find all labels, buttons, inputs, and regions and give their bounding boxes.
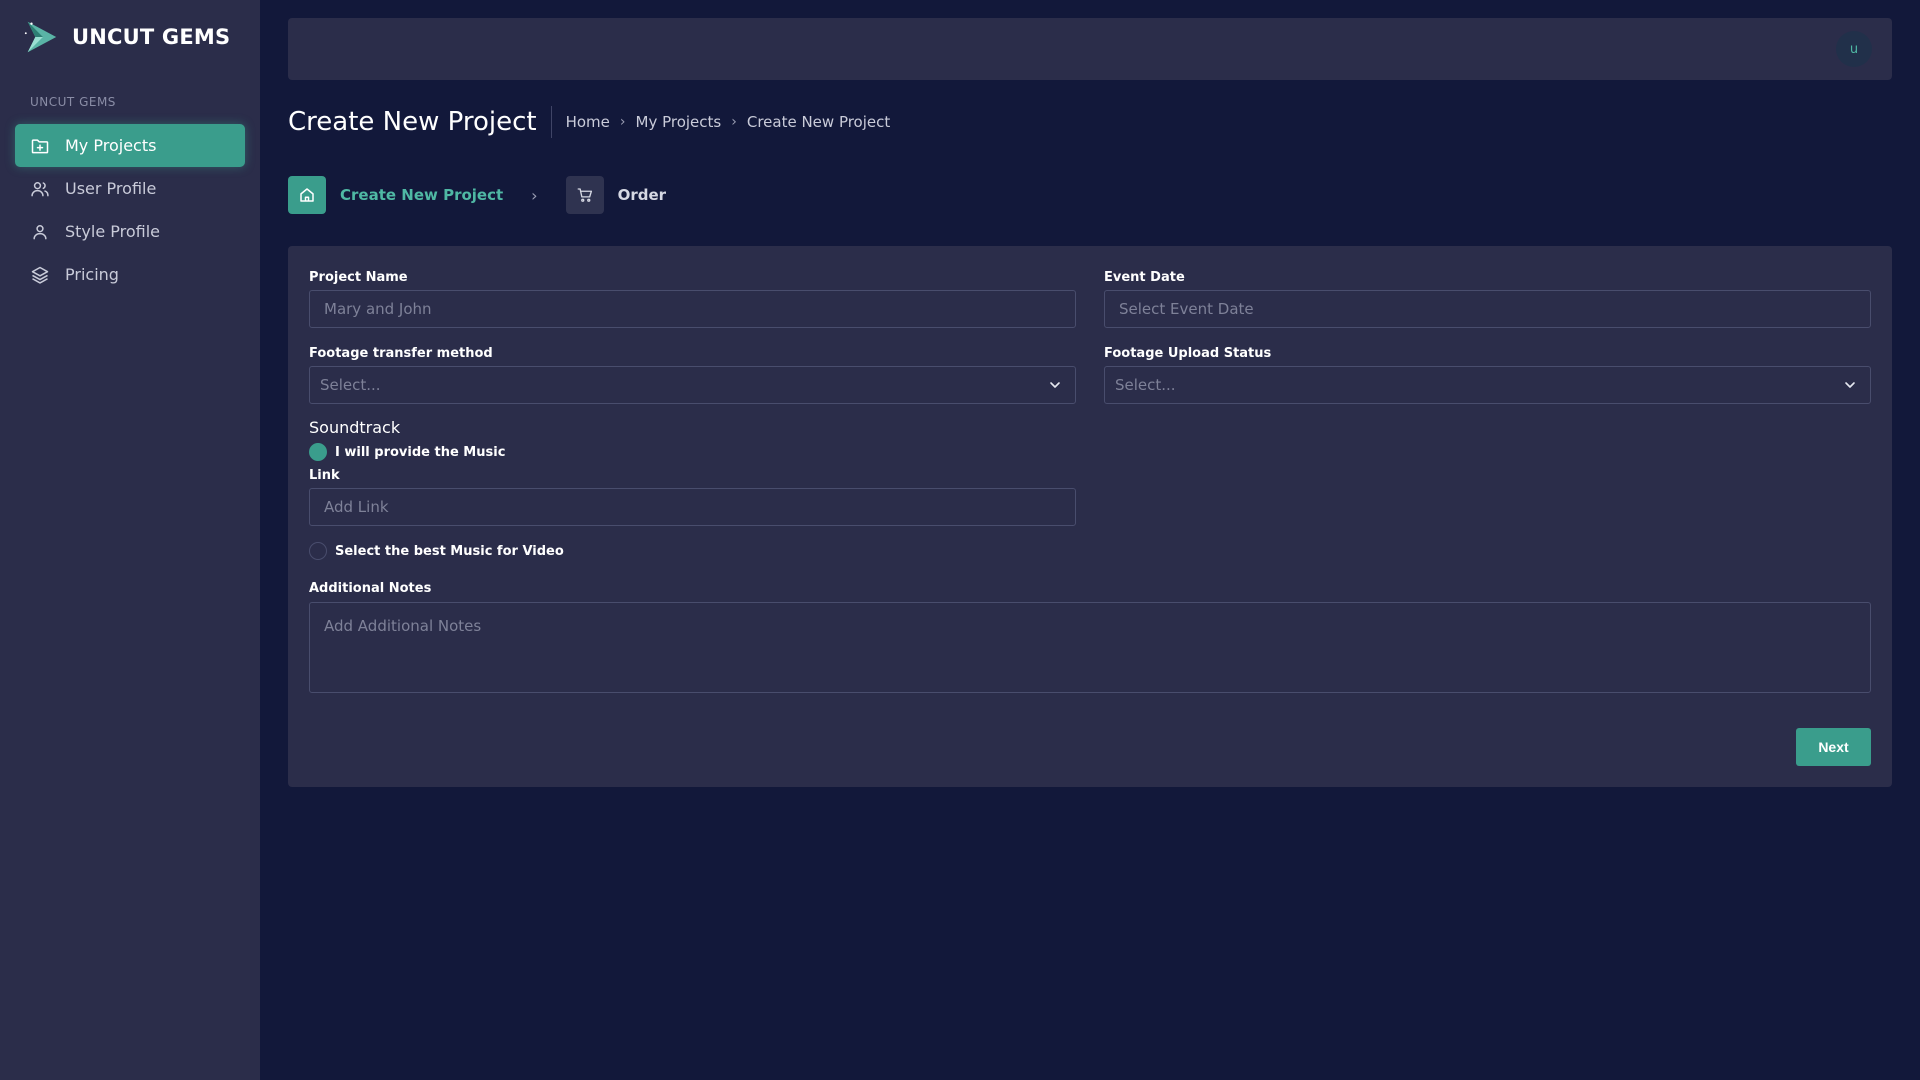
- users-icon: [29, 178, 51, 200]
- sidebar-item-label: Style Profile: [65, 222, 161, 241]
- chevron-right-icon: ›: [731, 114, 737, 130]
- logo-icon: [24, 21, 57, 53]
- event-date-input[interactable]: Select Event Date: [1104, 290, 1871, 328]
- radio-button[interactable]: [309, 542, 327, 560]
- user-icon: [29, 221, 51, 243]
- breadcrumb-current: Create New Project: [746, 113, 891, 131]
- home-icon: [288, 176, 326, 214]
- event-date-label: Event Date: [1104, 270, 1185, 285]
- sidebar-item-my-projects[interactable]: My Projects: [15, 124, 245, 167]
- sidebar-item-style-profile[interactable]: Style Profile: [15, 210, 245, 253]
- stepper: Create New Project › Order: [288, 176, 666, 214]
- sidebar-item-label: My Projects: [65, 136, 157, 155]
- breadcrumb-my-projects[interactable]: My Projects: [636, 113, 722, 131]
- page-title: Create New Project: [288, 106, 552, 138]
- breadcrumb: Home › My Projects › Create New Project: [566, 113, 891, 131]
- project-form: Project Name Mary and John Event Date Se…: [288, 246, 1892, 787]
- footage-upload-select[interactable]: Select...: [1104, 366, 1871, 404]
- radio-label: Select the best Music for Video: [335, 543, 564, 559]
- step-order[interactable]: Order: [565, 176, 667, 214]
- radio-select-music[interactable]: Select the best Music for Video: [309, 542, 564, 560]
- footage-transfer-select[interactable]: Select...: [309, 366, 1076, 404]
- footage-transfer-label: Footage transfer method: [309, 346, 493, 361]
- next-button[interactable]: Next: [1796, 728, 1871, 766]
- footage-upload-label: Footage Upload Status: [1104, 346, 1272, 361]
- link-label: Link: [309, 468, 340, 483]
- project-name-label: Project Name: [309, 270, 408, 285]
- avatar[interactable]: u: [1836, 31, 1872, 67]
- sidebar-item-label: User Profile: [65, 179, 157, 198]
- sidebar-nav: My Projects User Profile Style Profile P…: [15, 124, 245, 296]
- radio-label: I will provide the Music: [335, 444, 506, 460]
- project-name-input[interactable]: Mary and John: [309, 290, 1076, 328]
- footage-transfer-value: Select...: [320, 376, 381, 394]
- sidebar-item-pricing[interactable]: Pricing: [15, 253, 245, 296]
- step-create-project[interactable]: Create New Project: [288, 176, 503, 214]
- chevron-right-icon: ›: [531, 185, 538, 205]
- sidebar-item-user-profile[interactable]: User Profile: [15, 167, 245, 210]
- brand[interactable]: UNCUT GEMS: [22, 18, 230, 56]
- chevron-down-icon: [1050, 382, 1060, 388]
- sidebar-item-label: Pricing: [65, 265, 119, 284]
- radio-button-checked[interactable]: [309, 443, 327, 461]
- link-input[interactable]: Add Link: [309, 488, 1076, 526]
- page-header: Create New Project Home › My Projects › …: [288, 106, 890, 138]
- footage-upload-value: Select...: [1115, 376, 1176, 394]
- cart-icon: [565, 176, 604, 214]
- chevron-right-icon: ›: [619, 114, 626, 130]
- sidebar: UNCUT GEMS UNCUT GEMS My Projects User P…: [0, 0, 260, 1080]
- step-label: Create New Project: [340, 186, 504, 204]
- layers-icon: [29, 264, 51, 286]
- notes-textarea[interactable]: Add Additional Notes: [309, 602, 1871, 693]
- step-label: Order: [617, 186, 667, 204]
- notes-label: Additional Notes: [309, 581, 432, 596]
- brand-name: UNCUT GEMS: [72, 25, 231, 49]
- radio-provide-music[interactable]: I will provide the Music: [309, 443, 505, 461]
- chevron-down-icon: [1845, 382, 1855, 388]
- breadcrumb-home[interactable]: Home: [566, 113, 610, 131]
- topbar: u: [288, 18, 1892, 80]
- sidebar-section-label: UNCUT GEMS: [30, 95, 116, 109]
- soundtrack-title: Soundtrack: [309, 418, 401, 437]
- folder-plus-icon: [29, 135, 51, 157]
